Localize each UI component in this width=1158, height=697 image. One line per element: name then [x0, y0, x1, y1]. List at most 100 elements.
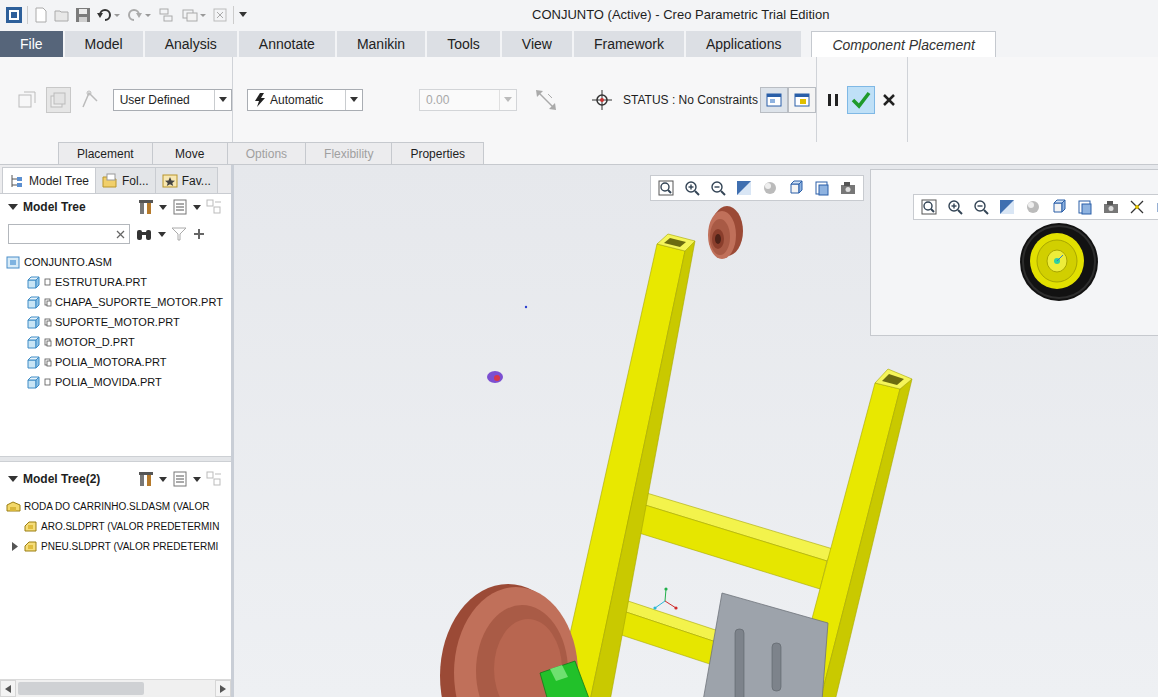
settings-tools-icon[interactable] [137, 198, 155, 216]
zoomin-icon[interactable] [683, 179, 701, 197]
refit-icon[interactable] [735, 179, 753, 197]
scroll-track[interactable] [16, 680, 215, 697]
assembly-window-button[interactable] [788, 87, 816, 113]
columns-icon[interactable] [205, 198, 223, 216]
navigator-tab[interactable]: Fol... [95, 167, 156, 193]
ribbon-tab[interactable]: Framework [574, 31, 686, 57]
motor-component[interactable] [487, 371, 503, 383]
tree-item[interactable]: CHAPA_SUPORTE_MOTOR.PRT [0, 292, 231, 312]
settings-tools-icon[interactable] [137, 470, 155, 488]
binoculars-icon[interactable] [135, 226, 153, 242]
filter-icon[interactable] [171, 226, 187, 242]
clear-icon[interactable] [116, 230, 125, 239]
ribbon-tab[interactable]: Applications [686, 31, 804, 57]
dashboard-tab[interactable]: Placement [58, 142, 153, 164]
dropdown-arrow-icon[interactable] [193, 477, 201, 482]
tree-item[interactable]: SUPORTE_MOTOR.PRT [0, 312, 231, 332]
ribbon-tab[interactable]: Annotate [239, 31, 337, 57]
shade-icon[interactable] [1024, 198, 1042, 216]
dropdown-arrow-icon[interactable] [350, 97, 358, 102]
ribbon-tab[interactable]: Tools [427, 31, 502, 57]
scroll-right-button[interactable] [215, 680, 231, 697]
expander[interactable] [10, 542, 20, 551]
scroll-thumb[interactable] [18, 682, 144, 695]
refit-icon[interactable] [998, 198, 1016, 216]
open-folder-icon[interactable] [54, 7, 70, 23]
connection-icon[interactable] [79, 89, 101, 111]
flip-icon[interactable] [534, 88, 558, 112]
spin-icon[interactable] [1128, 198, 1146, 216]
tree-item[interactable]: PNEU.SLDPRT (VALOR PREDETERMI [0, 536, 231, 556]
new-file-icon[interactable] [33, 7, 49, 23]
tree-item[interactable]: CONJUNTO.ASM [0, 252, 231, 272]
save-icon[interactable] [75, 7, 91, 23]
zoomin-icon[interactable] [946, 198, 964, 216]
cube-icon[interactable] [787, 179, 805, 197]
cube-icon[interactable] [1050, 198, 1068, 216]
camera-icon[interactable] [839, 179, 857, 197]
rigid-set-button[interactable] [46, 87, 71, 113]
dashboard-tab[interactable]: Move [152, 142, 228, 164]
dropdown-arrow-icon[interactable] [159, 477, 167, 482]
navigator-tab[interactable]: Fav... [155, 167, 218, 193]
constraint-set-dropdown[interactable]: User Defined [113, 89, 232, 111]
ribbon-tab[interactable]: View [502, 31, 574, 57]
component-window[interactable] [870, 169, 1158, 336]
cancel-icon[interactable] [881, 91, 897, 109]
separate-window-button[interactable] [760, 87, 788, 113]
tree-item[interactable]: RODA DO CARRINHO.SLDASM (VALOR [0, 496, 231, 516]
shade-icon[interactable] [761, 179, 779, 197]
graphics-area[interactable] [234, 165, 1158, 697]
pause-icon[interactable] [825, 91, 841, 109]
add-icon[interactable] [192, 227, 206, 241]
use-interface-icon[interactable] [16, 89, 38, 111]
dropdown-arrow-icon[interactable] [159, 205, 167, 210]
redo-icon[interactable] [127, 7, 153, 23]
navigator-tab[interactable]: Model Tree [2, 167, 96, 193]
ribbon-tab[interactable]: Component Placement [811, 31, 995, 57]
close-window-icon[interactable] [212, 7, 228, 23]
scroll-left-button[interactable] [0, 680, 16, 697]
section-divider[interactable] [0, 456, 231, 462]
confirm-button[interactable] [847, 86, 875, 114]
ribbon-tab[interactable]: Manikin [337, 31, 427, 57]
tree-item[interactable]: ARO.SLDPRT (VALOR PREDETERMIN [0, 516, 231, 536]
columns-icon[interactable] [205, 470, 223, 488]
dropdown-arrow-icon[interactable] [239, 12, 247, 17]
tree-item[interactable]: MOTOR_D.PRT [0, 332, 231, 352]
undo-icon[interactable] [96, 7, 122, 23]
zoomfit-icon[interactable] [657, 179, 675, 197]
ribbon-tab[interactable]: File [0, 31, 65, 57]
tree-item[interactable]: ESTRUTURA.PRT [0, 272, 231, 292]
zoomfit-icon[interactable] [920, 198, 938, 216]
ribbon-tab[interactable]: Analysis [145, 31, 239, 57]
dashboard-tab[interactable]: Properties [391, 142, 484, 164]
zoomout-icon[interactable] [709, 179, 727, 197]
dropdown-button[interactable] [214, 90, 231, 110]
offset-field[interactable]: 0.00 [419, 89, 517, 111]
views-icon[interactable] [1076, 198, 1094, 216]
windows-icon[interactable] [181, 7, 207, 23]
horizontal-scrollbar[interactable] [0, 679, 231, 697]
dropdown-button[interactable] [499, 90, 516, 110]
tree-item[interactable]: POLIA_MOVIDA.PRT [0, 372, 231, 392]
wheel-model[interactable] [1014, 217, 1104, 307]
camera-icon[interactable] [1102, 198, 1120, 216]
show-icon[interactable] [171, 198, 189, 216]
constraint-type-dropdown[interactable]: Automatic [247, 89, 363, 111]
app-icon[interactable] [6, 7, 22, 23]
dropdown-arrow-icon[interactable] [193, 205, 201, 210]
cube-icon[interactable] [1154, 198, 1158, 216]
collapse-icon[interactable] [8, 474, 18, 484]
tree-item[interactable]: POLIA_MOTORA.PRT [0, 352, 231, 372]
search-field[interactable] [8, 224, 130, 244]
show-icon[interactable] [171, 470, 189, 488]
move-target-icon[interactable] [590, 88, 614, 112]
collapse-icon[interactable] [8, 202, 18, 212]
zoomout-icon[interactable] [972, 198, 990, 216]
dropdown-arrow-icon[interactable] [219, 97, 227, 102]
ribbon-tab[interactable]: Model [65, 31, 145, 57]
regenerate-icon[interactable] [158, 7, 176, 23]
dropdown-button[interactable] [345, 90, 362, 110]
views-icon[interactable] [813, 179, 831, 197]
